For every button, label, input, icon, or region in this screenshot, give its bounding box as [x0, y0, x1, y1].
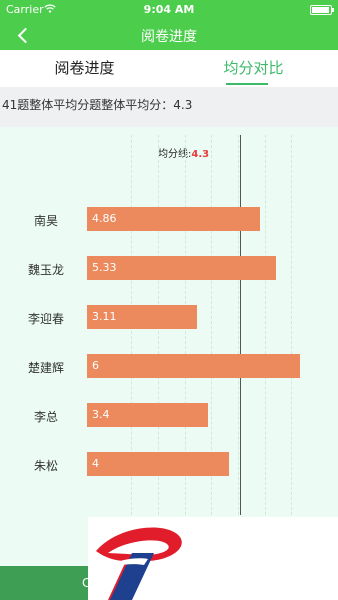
- grid-line: [238, 135, 239, 515]
- clock: 9:04 AM: [143, 3, 195, 16]
- row-name: 朱松: [33, 459, 58, 473]
- bar: 3.11: [87, 305, 197, 329]
- grid-line: [265, 135, 266, 515]
- status-bar: Carrier 9:04 AM: [0, 0, 338, 20]
- row-name: 魏玉龙: [27, 263, 64, 277]
- grid-line: [291, 135, 292, 515]
- bar: 3.4: [87, 403, 208, 427]
- average-line-caption: 均分线:: [158, 149, 192, 160]
- bar-value-label: 3.11: [92, 310, 117, 323]
- nav-bar: 阅卷进度: [0, 20, 338, 50]
- logo-watermark: [88, 517, 338, 600]
- average-summary: 41题整体平均分题整体平均分：4.3: [0, 87, 338, 127]
- logo-icon: [96, 527, 182, 600]
- bar: 5.33: [87, 256, 276, 280]
- average-line-value: 4.3: [191, 149, 210, 160]
- app-screen: Carrier 9:04 AM 阅卷进度 阅卷进度 均分对比 41题整体平均分题…: [0, 0, 338, 600]
- row-name: 李迎春: [27, 312, 64, 326]
- bar: 6: [87, 354, 300, 378]
- bar-value-label: 4.86: [92, 212, 117, 225]
- tab-progress[interactable]: 阅卷进度: [0, 50, 169, 87]
- bar: 4: [87, 452, 229, 476]
- bottom-action-button[interactable]: C: [0, 566, 88, 600]
- row-name: 李总: [33, 410, 58, 424]
- tab-bar: 阅卷进度 均分对比: [0, 50, 338, 87]
- average-line: [240, 135, 241, 515]
- battery-icon: [310, 5, 334, 15]
- active-tab-indicator: [226, 83, 268, 85]
- average-line-label: 均分线:4.3: [158, 145, 209, 160]
- row-name: 楚建辉: [27, 361, 64, 375]
- bar: 4.86: [87, 207, 260, 231]
- bar-value-label: 5.33: [92, 261, 117, 274]
- row-name: 南昊: [33, 214, 58, 228]
- bar-value-label: 3.4: [92, 408, 110, 421]
- bar-value-label: 6: [92, 359, 99, 372]
- bar-value-label: 4: [92, 457, 99, 470]
- page-title: 阅卷进度: [141, 29, 197, 45]
- tab-average-compare[interactable]: 均分对比: [169, 50, 338, 87]
